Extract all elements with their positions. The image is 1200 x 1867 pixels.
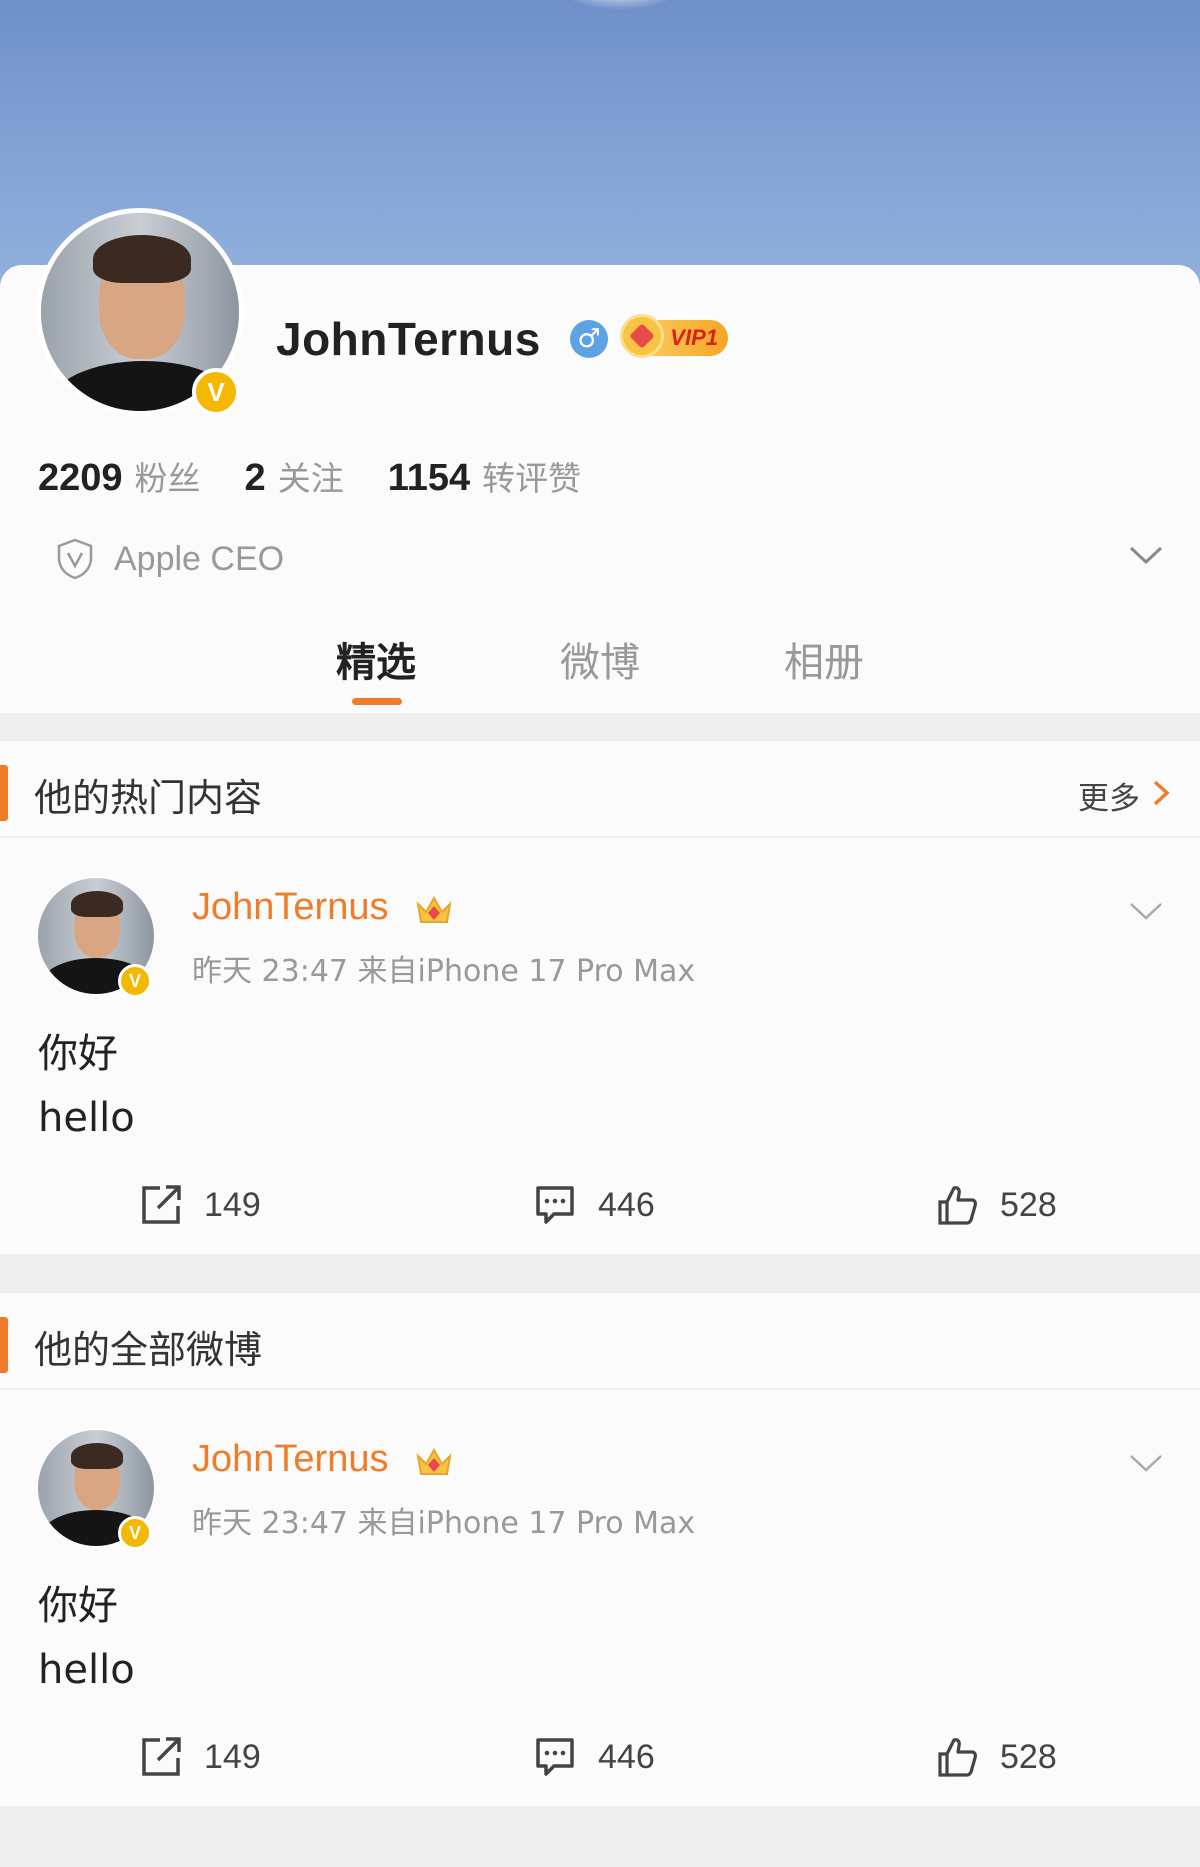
avatar-hair	[93, 235, 191, 283]
like-count: 528	[1000, 1737, 1057, 1776]
post-meta: 昨天 23:47 来自iPhone 17 Pro Max	[192, 1506, 696, 1541]
stat-followers-count: 2209	[38, 457, 123, 499]
all-posts-header: 他的全部微博	[0, 1293, 1200, 1389]
vip-badge[interactable]: VIP1	[620, 314, 728, 358]
post-text-line: hello	[38, 1095, 135, 1141]
post-text-line: hello	[38, 1647, 135, 1693]
like-button[interactable]: 528	[934, 1734, 1057, 1780]
avatar-hair	[71, 1443, 123, 1469]
tab-featured[interactable]: 精选	[336, 630, 416, 688]
post-content: 你好 hello	[38, 1574, 135, 1702]
like-icon	[938, 1186, 977, 1225]
profile-tabs: 精选 微博 相册	[0, 620, 1200, 712]
tab-active-indicator	[352, 698, 402, 705]
post-card[interactable]: V JohnTernus 昨天 23:47 来自iPhone 17 Pro Ma…	[0, 1390, 1200, 1706]
post-author[interactable]: JohnTernus	[192, 1438, 388, 1481]
like-count: 528	[1000, 1185, 1057, 1224]
comment-button[interactable]: 446	[532, 1182, 655, 1228]
comment-count: 446	[598, 1185, 655, 1224]
male-icon: ♂	[570, 320, 608, 358]
verified-icon: V	[192, 368, 240, 416]
post-card[interactable]: V JohnTernus 昨天 23:47 来自iPhone 17 Pro Ma…	[0, 838, 1200, 1154]
stat-interactions-label: 转评赞	[482, 459, 582, 498]
repost-button[interactable]: 149	[138, 1182, 261, 1228]
crown-icon	[416, 1447, 452, 1475]
more-button[interactable]: 更多	[1078, 773, 1140, 818]
profile-username: JohnTernus	[276, 313, 541, 365]
comment-icon	[536, 1186, 574, 1224]
post-meta: 昨天 23:47 来自iPhone 17 Pro Max	[192, 954, 696, 989]
verified-icon: V	[118, 964, 152, 998]
section-accent-bar	[0, 1317, 8, 1373]
chevron-right-icon[interactable]	[1152, 779, 1170, 807]
post-text-line: 你好	[38, 1031, 118, 1077]
tab-weibo[interactable]: 微博	[560, 630, 640, 688]
hot-content-title: 他的热门内容	[34, 776, 263, 820]
repost-count: 149	[204, 1185, 261, 1224]
post-actions: 149 446 528	[0, 1154, 1200, 1254]
repost-count: 149	[204, 1737, 261, 1776]
stat-followers-label: 粉丝	[134, 459, 201, 498]
comment-count: 446	[598, 1737, 655, 1776]
chevron-down-icon[interactable]	[1128, 544, 1164, 568]
post-author[interactable]: JohnTernus	[192, 886, 388, 929]
crown-icon	[416, 895, 452, 923]
tab-album[interactable]: 相册	[784, 630, 864, 688]
section-accent-bar	[0, 765, 8, 821]
stat-following-count: 2	[244, 457, 266, 499]
post-actions: 149 446 528	[0, 1706, 1200, 1806]
hot-content-header: 他的热门内容 更多	[0, 741, 1200, 837]
stat-interactions[interactable]: 1154 转评赞	[388, 452, 581, 500]
post-content: 你好 hello	[38, 1022, 135, 1150]
all-posts-title: 他的全部微博	[34, 1328, 263, 1372]
comment-button[interactable]: 446	[532, 1734, 655, 1780]
stat-interactions-count: 1154	[387, 457, 471, 499]
crown-icon	[620, 314, 664, 358]
like-button[interactable]: 528	[934, 1182, 1057, 1228]
certification-row[interactable]: Apple CEO	[56, 534, 284, 584]
comment-icon	[536, 1738, 574, 1776]
repost-button[interactable]: 149	[138, 1734, 261, 1780]
like-icon	[938, 1738, 977, 1777]
certification-text: Apple CEO	[114, 539, 285, 578]
stat-following-label: 关注	[277, 459, 344, 498]
chevron-down-icon[interactable]	[1128, 1452, 1164, 1474]
repost-icon	[142, 1737, 181, 1776]
stat-followers[interactable]: 2209 粉丝	[38, 452, 201, 500]
shield-icon	[57, 538, 93, 580]
stat-following[interactable]: 2 关注	[245, 452, 344, 500]
profile-stats: 2209 粉丝 2 关注 1154 转评赞	[38, 452, 625, 502]
verified-icon: V	[118, 1516, 152, 1550]
avatar-hair	[71, 891, 123, 917]
chevron-down-icon[interactable]	[1128, 900, 1164, 922]
repost-icon	[142, 1185, 181, 1224]
post-text-line: 你好	[38, 1583, 118, 1629]
vip-label: VIP1	[670, 325, 718, 350]
